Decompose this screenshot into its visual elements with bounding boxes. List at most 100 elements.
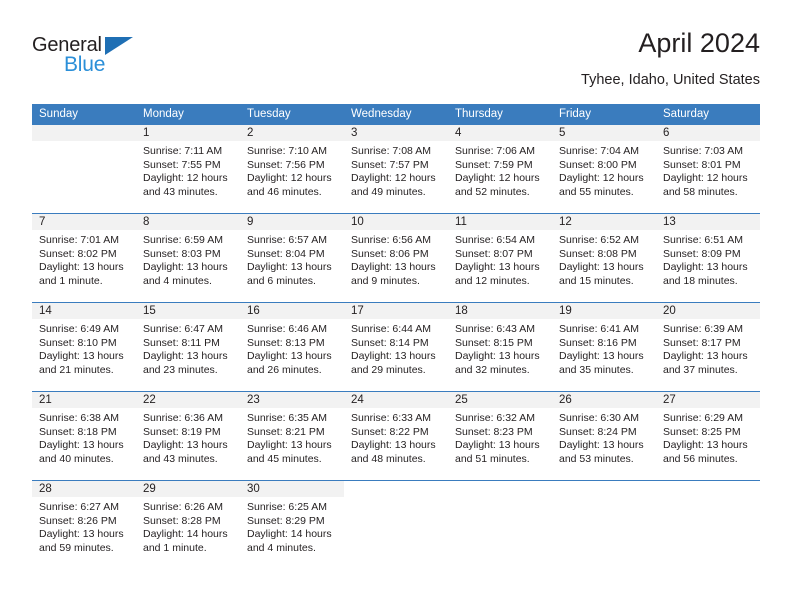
daylight-text: and 53 minutes.	[559, 452, 634, 465]
calendar-day-cell[interactable]: 21 Sunrise: 6:38 AM Sunset: 8:18 PM Dayligh…	[32, 392, 136, 480]
sunrise-text: Sunrise: 6:33 AM	[351, 412, 431, 424]
calendar-week-row: 21 Sunrise: 6:38 AM Sunset: 8:18 PM Dayligh…	[32, 391, 760, 480]
calendar-day-cell[interactable]: 20 Sunrise: 6:39 AM Sunset: 8:17 PM Dayligh…	[656, 303, 760, 391]
daylight-text: and 51 minutes.	[455, 452, 530, 465]
day-details: Sunrise: 6:44 AM Sunset: 8:14 PM Daylight:…	[344, 319, 448, 377]
sunset-text: Sunset: 8:21 PM	[247, 425, 325, 438]
day-number: 22	[136, 392, 240, 408]
sunrise-text: Sunrise: 6:56 AM	[351, 234, 431, 246]
day-details: Sunrise: 6:25 AM Sunset: 8:29 PM Daylight:…	[240, 497, 344, 555]
sunset-text: Sunset: 7:59 PM	[455, 158, 533, 171]
day-number: 23	[240, 392, 344, 408]
sunrise-text: Sunrise: 6:30 AM	[559, 412, 639, 424]
sunset-text: Sunset: 8:26 PM	[39, 514, 117, 527]
calendar-day-cell[interactable]: 1 Sunrise: 7:11 AM Sunset: 7:55 PM Daylight…	[136, 125, 240, 213]
sunrise-text: Sunrise: 6:49 AM	[39, 323, 119, 335]
sunrise-text: Sunrise: 6:36 AM	[143, 412, 223, 424]
sunset-text: Sunset: 8:16 PM	[559, 336, 637, 349]
calendar-day-cell[interactable]: 14 Sunrise: 6:49 AM Sunset: 8:10 PM Dayligh…	[32, 303, 136, 391]
sunset-text: Sunset: 8:29 PM	[247, 514, 325, 527]
daylight-text: and 4 minutes.	[143, 274, 212, 287]
daylight-text: and 18 minutes.	[663, 274, 738, 287]
day-details	[32, 141, 136, 145]
day-details: Sunrise: 6:59 AM Sunset: 8:03 PM Daylight:…	[136, 230, 240, 288]
daylight-text: and 52 minutes.	[455, 185, 530, 198]
sunrise-text: Sunrise: 6:26 AM	[143, 501, 223, 513]
calendar-day-cell[interactable]: 29 Sunrise: 6:26 AM Sunset: 8:28 PM Dayligh…	[136, 481, 240, 569]
daylight-text: Daylight: 12 hours	[559, 172, 644, 185]
daylight-text: and 58 minutes.	[663, 185, 738, 198]
weekday-header-sunday: Sunday	[39, 108, 79, 120]
calendar-page: General Blue April 2024 Tyhee, Idaho, Un…	[0, 0, 792, 612]
calendar-day-cell[interactable]: 15 Sunrise: 6:47 AM Sunset: 8:11 PM Dayligh…	[136, 303, 240, 391]
daylight-text: Daylight: 13 hours	[455, 261, 540, 274]
day-details: Sunrise: 6:36 AM Sunset: 8:19 PM Daylight:…	[136, 408, 240, 466]
sunset-text: Sunset: 8:11 PM	[143, 336, 220, 349]
daylight-text: Daylight: 13 hours	[455, 350, 540, 363]
calendar-day-cell[interactable]: 11 Sunrise: 6:54 AM Sunset: 8:07 PM Dayligh…	[448, 214, 552, 302]
calendar-week-row: 1 Sunrise: 7:11 AM Sunset: 7:55 PM Daylight…	[32, 125, 760, 213]
sunset-text: Sunset: 8:14 PM	[351, 336, 429, 349]
calendar-day-cell[interactable]: 25 Sunrise: 6:32 AM Sunset: 8:23 PM Dayligh…	[448, 392, 552, 480]
sunset-text: Sunset: 8:08 PM	[559, 247, 637, 260]
sunset-text: Sunset: 8:24 PM	[559, 425, 637, 438]
sunset-text: Sunset: 8:15 PM	[455, 336, 533, 349]
day-number: 8	[136, 214, 240, 230]
calendar-day-cell[interactable]: 24 Sunrise: 6:33 AM Sunset: 8:22 PM Dayligh…	[344, 392, 448, 480]
sunrise-text: Sunrise: 7:04 AM	[559, 145, 639, 157]
sunrise-text: Sunrise: 7:03 AM	[663, 145, 743, 157]
calendar-day-cell[interactable]: 27 Sunrise: 6:29 AM Sunset: 8:25 PM Dayligh…	[656, 392, 760, 480]
calendar-day-cell[interactable]: 16 Sunrise: 6:46 AM Sunset: 8:13 PM Dayligh…	[240, 303, 344, 391]
daylight-text: and 1 minute.	[143, 541, 207, 554]
calendar-day-cell[interactable]: 23 Sunrise: 6:35 AM Sunset: 8:21 PM Dayligh…	[240, 392, 344, 480]
weekday-header-monday: Monday	[143, 108, 184, 120]
sunrise-text: Sunrise: 6:43 AM	[455, 323, 535, 335]
calendar-day-cell[interactable]: 22 Sunrise: 6:36 AM Sunset: 8:19 PM Dayligh…	[136, 392, 240, 480]
calendar-day-cell[interactable]: 7 Sunrise: 7:01 AM Sunset: 8:02 PM Daylight…	[32, 214, 136, 302]
day-details	[552, 497, 656, 501]
calendar-day-cell[interactable]: 17 Sunrise: 6:44 AM Sunset: 8:14 PM Dayligh…	[344, 303, 448, 391]
calendar-day-cell[interactable]: 5 Sunrise: 7:04 AM Sunset: 8:00 PM Daylight…	[552, 125, 656, 213]
calendar-day-cell[interactable]: 18 Sunrise: 6:43 AM Sunset: 8:15 PM Dayligh…	[448, 303, 552, 391]
calendar-day-cell[interactable]: 6 Sunrise: 7:03 AM Sunset: 8:01 PM Daylight…	[656, 125, 760, 213]
sunset-text: Sunset: 7:57 PM	[351, 158, 429, 171]
calendar-day-cell[interactable]: 4 Sunrise: 7:06 AM Sunset: 7:59 PM Daylight…	[448, 125, 552, 213]
day-number	[448, 481, 552, 497]
sunset-text: Sunset: 8:25 PM	[663, 425, 741, 438]
daylight-text: Daylight: 13 hours	[39, 528, 124, 541]
sunset-text: Sunset: 8:00 PM	[559, 158, 637, 171]
sunset-text: Sunset: 8:28 PM	[143, 514, 221, 527]
sunrise-text: Sunrise: 6:32 AM	[455, 412, 535, 424]
day-number	[344, 481, 448, 497]
daylight-text: and 55 minutes.	[559, 185, 634, 198]
day-number: 9	[240, 214, 344, 230]
calendar-day-cell[interactable]: 10 Sunrise: 6:56 AM Sunset: 8:06 PM Dayligh…	[344, 214, 448, 302]
daylight-text: Daylight: 13 hours	[559, 439, 644, 452]
calendar-day-cell[interactable]: 2 Sunrise: 7:10 AM Sunset: 7:56 PM Daylight…	[240, 125, 344, 213]
calendar-week-row: 7 Sunrise: 7:01 AM Sunset: 8:02 PM Daylight…	[32, 213, 760, 302]
calendar-day-cell[interactable]: 28 Sunrise: 6:27 AM Sunset: 8:26 PM Dayligh…	[32, 481, 136, 569]
daylight-text: and 29 minutes.	[351, 363, 426, 376]
sunrise-text: Sunrise: 6:44 AM	[351, 323, 431, 335]
day-number: 15	[136, 303, 240, 319]
sunset-text: Sunset: 8:04 PM	[247, 247, 325, 260]
calendar-day-cell[interactable]: 9 Sunrise: 6:57 AM Sunset: 8:04 PM Daylight…	[240, 214, 344, 302]
daylight-text: and 32 minutes.	[455, 363, 530, 376]
daylight-text: and 1 minute.	[39, 274, 103, 287]
day-number: 29	[136, 481, 240, 497]
calendar-day-cell[interactable]: 26 Sunrise: 6:30 AM Sunset: 8:24 PM Dayligh…	[552, 392, 656, 480]
calendar-day-cell[interactable]: 19 Sunrise: 6:41 AM Sunset: 8:16 PM Dayligh…	[552, 303, 656, 391]
calendar-day-cell[interactable]: 12 Sunrise: 6:52 AM Sunset: 8:08 PM Dayligh…	[552, 214, 656, 302]
calendar-day-cell[interactable]: 3 Sunrise: 7:08 AM Sunset: 7:57 PM Daylight…	[344, 125, 448, 213]
calendar-day-cell[interactable]: 8 Sunrise: 6:59 AM Sunset: 8:03 PM Daylight…	[136, 214, 240, 302]
daylight-text: and 9 minutes.	[351, 274, 420, 287]
calendar-day-cell-empty	[344, 481, 448, 569]
day-details: Sunrise: 6:51 AM Sunset: 8:09 PM Daylight:…	[656, 230, 760, 288]
daylight-text: and 45 minutes.	[247, 452, 322, 465]
weekday-header-thursday: Thursday	[455, 108, 503, 120]
day-details: Sunrise: 6:27 AM Sunset: 8:26 PM Daylight:…	[32, 497, 136, 555]
calendar-day-cell[interactable]: 13 Sunrise: 6:51 AM Sunset: 8:09 PM Dayligh…	[656, 214, 760, 302]
title-block: April 2024 Tyhee, Idaho, United States	[581, 28, 760, 90]
calendar-day-cell[interactable]: 30 Sunrise: 6:25 AM Sunset: 8:29 PM Dayligh…	[240, 481, 344, 569]
daylight-text: and 26 minutes.	[247, 363, 322, 376]
